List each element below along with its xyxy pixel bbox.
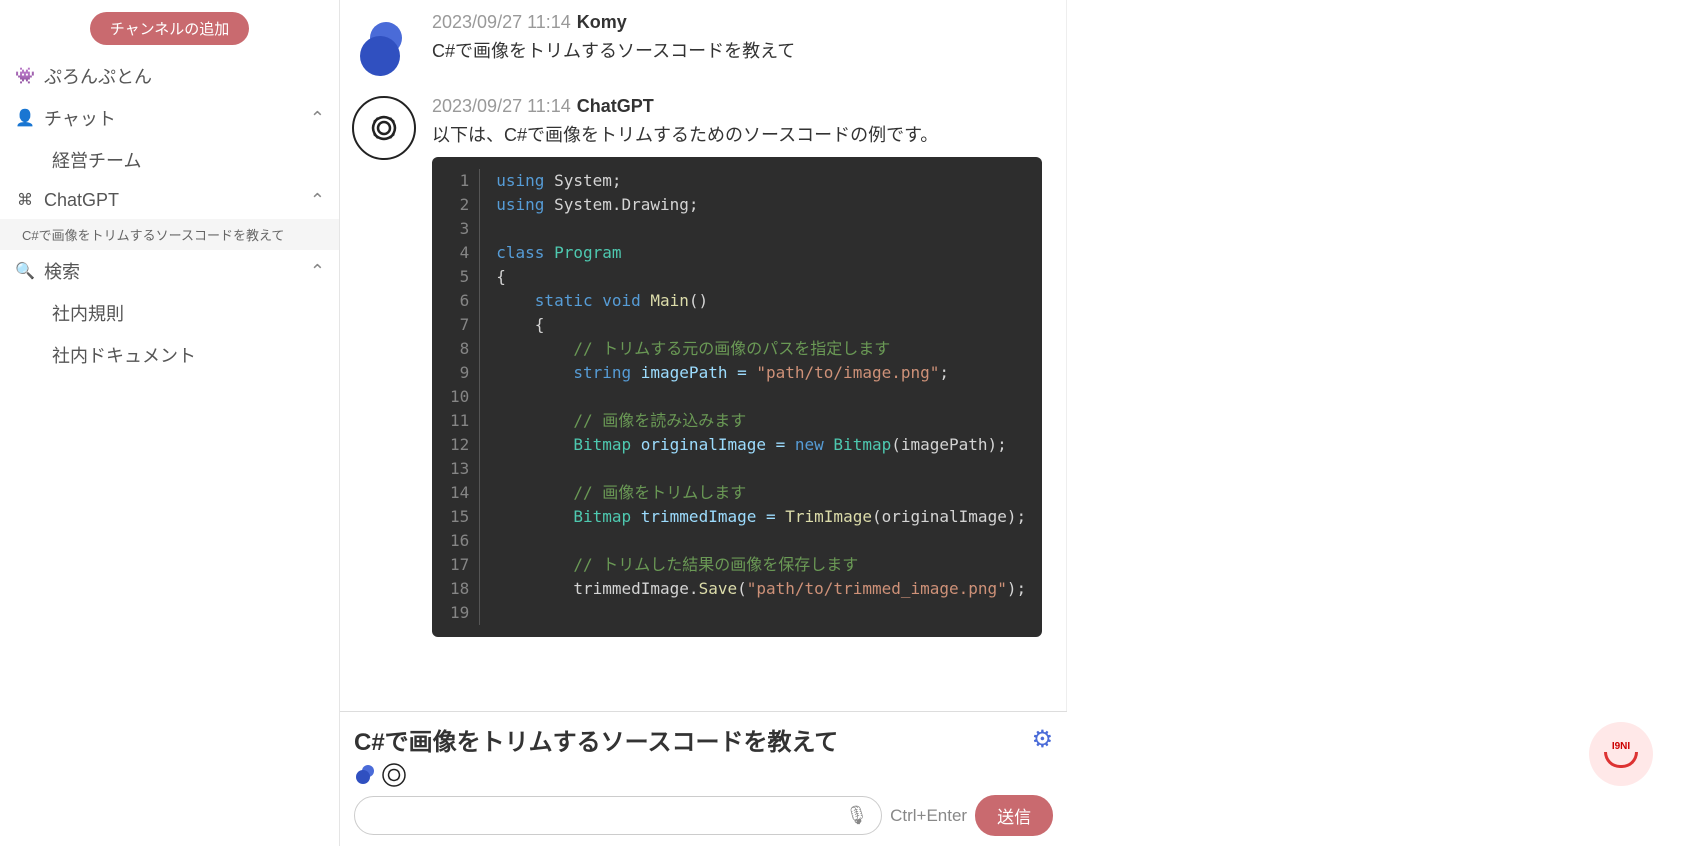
add-channel-button[interactable]: チャンネルの追加 (90, 12, 250, 45)
message-input[interactable] (354, 796, 882, 835)
message-author: Komy (577, 12, 627, 32)
shortcut-label: Ctrl+Enter (890, 806, 967, 826)
sidebar-item-label: ぷろんぷとん (44, 63, 152, 89)
sidebar-item[interactable]: ⌘ ChatGPT ⌃ (0, 181, 339, 219)
chevron-up-icon: ⌃ (310, 108, 325, 129)
sidebar-item-icon: 👤 (14, 107, 36, 129)
message-text: C#で画像をトリムするソースコードを教えて (432, 37, 1042, 63)
smile-icon (1604, 752, 1638, 768)
sidebar-subitem[interactable]: C#で画像をトリムするソースコードを教えて (0, 219, 339, 250)
sidebar-item[interactable]: 👤 チャット ⌃ (0, 97, 339, 139)
sidebar-item-label: 社内ドキュメント (52, 342, 196, 368)
user-avatar (352, 12, 416, 76)
sidebar-item-label: 社内規則 (52, 300, 124, 326)
gpt-avatar (352, 96, 416, 160)
composer: C#で画像をトリムするソースコードを教えて ⚙ 🎙 Ctrl+Enter 送信 (340, 711, 1067, 846)
microphone-icon[interactable]: 🎙 (845, 805, 868, 826)
line-numbers: 12345678910111213141516171819 (432, 169, 480, 625)
right-panel (1067, 0, 1683, 846)
message: 2023/09/27 11:14 ChatGPT 以下は、C#で画像をトリムするため… (352, 96, 1042, 637)
chevron-up-icon: ⌃ (310, 261, 325, 282)
sidebar-item-icon: 🔍 (14, 260, 36, 282)
send-button[interactable]: 送信 (975, 795, 1053, 836)
sidebar-item-icon: ⌘ (14, 189, 36, 211)
sidebar-item[interactable]: 経営チーム (0, 139, 339, 181)
gpt-avatar-icon (382, 763, 406, 787)
sidebar-item[interactable]: 🔍 検索 ⌃ (0, 250, 339, 292)
message-time: 2023/09/27 11:14 (432, 12, 571, 32)
code-content: using System;using System.Drawing; class… (480, 169, 1042, 625)
sidebar-item-label: ChatGPT (44, 190, 119, 211)
gear-icon[interactable]: ⚙ (1032, 725, 1054, 754)
code-block: 12345678910111213141516171819using Syste… (432, 157, 1042, 637)
sidebar-item-label: チャット (44, 105, 116, 131)
badge-text: I9NI (1612, 741, 1630, 752)
composer-avatars (354, 763, 1053, 787)
sidebar-item-label: 経営チーム (52, 147, 141, 173)
user-avatar-icon (354, 763, 378, 787)
message: 2023/09/27 11:14 Komy C#で画像をトリムするソースコードを教え… (352, 12, 1042, 76)
message-text: 以下は、C#で画像をトリムするためのソースコードの例です。 (432, 121, 1042, 147)
floating-badge[interactable]: I9NI (1589, 722, 1653, 786)
message-author: ChatGPT (577, 96, 654, 116)
message-time: 2023/09/27 11:14 (432, 96, 571, 116)
sidebar-item[interactable]: 社内ドキュメント (0, 334, 339, 376)
chevron-up-icon: ⌃ (310, 190, 325, 211)
sidebar-item-icon: 👾 (14, 65, 36, 87)
sidebar: チャンネルの追加 👾 ぷろんぷとん 👤 チャット ⌃ 経営チーム ⌘ ChatGPT ⌃ C#で画… (0, 0, 340, 846)
messages-area[interactable]: 2023/09/27 11:14 Komy C#で画像をトリムするソースコードを教え… (340, 0, 1067, 711)
main-panel: 2023/09/27 11:14 Komy C#で画像をトリムするソースコードを教え… (340, 0, 1067, 846)
sidebar-item[interactable]: 社内規則 (0, 292, 339, 334)
sidebar-item[interactable]: 👾 ぷろんぷとん (0, 55, 339, 97)
composer-title: C#で画像をトリムするソースコードを教えて (354, 722, 838, 757)
sidebar-item-label: 検索 (44, 258, 80, 284)
